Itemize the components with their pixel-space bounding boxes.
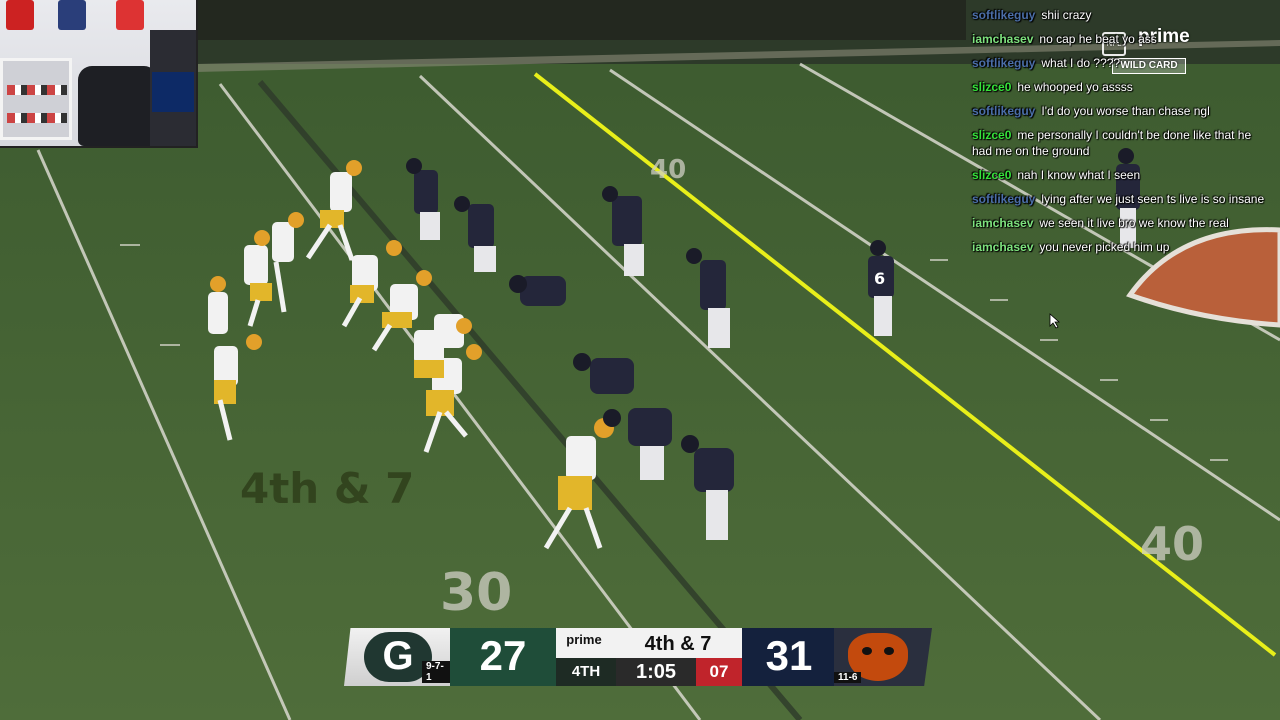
chat-message: slizce0 me personally I couldn't be done … [968, 126, 1278, 160]
chat-text: what I do ???? [1041, 56, 1121, 70]
chat-message: softlikeguy shii crazy [968, 6, 1278, 24]
webcam-overlay [0, 0, 198, 148]
game-clock: 1:05 [616, 658, 696, 686]
prime-small-logo: prime [566, 632, 602, 647]
chat-username: slizce0 [972, 128, 1012, 142]
chat-message: softlikeguy I'd do you worse than chase n… [968, 102, 1278, 120]
chat-message: iamchasev we seen it live bro we know the… [968, 214, 1278, 232]
home-score: 27 [479, 632, 527, 679]
down-and-distance: 4th & 7 [616, 630, 740, 658]
chat-message: slizce0 he whooped yo assss [968, 78, 1278, 96]
play-clock: 07 [696, 658, 742, 686]
gaming-chair [78, 66, 158, 146]
wall-jersey [6, 0, 34, 30]
wall-jersey [58, 0, 86, 30]
chat-text: shii crazy [1041, 8, 1092, 22]
shoe-shelf [0, 58, 72, 140]
chat-text: he whooped yo assss [1017, 80, 1133, 94]
chat-overlay: softlikeguy shii crazy iamchasev no cap he … [968, 6, 1278, 262]
chat-text: we seen it live bro we know the real [1039, 216, 1229, 230]
field-sponsor-text: 4th & 7 [240, 464, 414, 513]
yard-number-30: 30 [440, 563, 512, 623]
yard-number-40b: 40 [1140, 517, 1204, 571]
chat-text: no cap he beat yo ass [1039, 32, 1157, 46]
chat-username: slizce0 [972, 168, 1012, 182]
away-score-panel: 31 [742, 628, 836, 686]
packers-logo-panel: 9-7-1 [344, 628, 452, 686]
player-number-6: 6 [874, 269, 885, 288]
chat-message: iamchasev you never picked him up [968, 238, 1278, 256]
away-record: 11-6 [834, 672, 862, 683]
chat-text: you never picked him up [1039, 240, 1170, 254]
chat-message: softlikeguy lying after we just seen ts l… [968, 190, 1278, 208]
chat-username: softlikeguy [972, 56, 1036, 70]
chat-message: iamchasev no cap he beat yo ass [968, 30, 1278, 48]
chat-message: softlikeguy what I do ???? [968, 54, 1278, 72]
chat-username: softlikeguy [972, 192, 1036, 206]
video-player[interactable]: 30 40 40 4th & 7 6 NFL prime WILD CARD s… [0, 0, 1280, 720]
home-score-panel: 27 [450, 628, 556, 686]
bears-logo-panel: 11-6 [834, 628, 932, 686]
chat-username: softlikeguy [972, 104, 1036, 118]
away-score: 31 [765, 632, 813, 679]
chat-username: iamchasev [972, 240, 1034, 254]
chat-text: lying after we just seen ts live is so i… [1041, 192, 1265, 206]
wall-jersey [116, 0, 144, 30]
monitor [152, 72, 194, 112]
chat-username: iamchasev [972, 32, 1034, 46]
chat-text: nah I know what I seen [1017, 168, 1141, 182]
chat-message: slizce0 nah I know what I seen [968, 166, 1278, 184]
game-status-panel: prime 4th & 7 4TH 1:05 07 [556, 628, 742, 686]
chat-username: softlikeguy [972, 8, 1036, 22]
chat-username: slizce0 [972, 80, 1012, 94]
chat-text: me personally I couldn't be done like th… [972, 128, 1252, 158]
quarter: 4TH [556, 658, 616, 686]
chat-text: I'd do you worse than chase ngl [1041, 104, 1210, 118]
yard-number-40: 40 [650, 155, 686, 185]
home-record: 9-7-1 [422, 661, 452, 683]
scoreboard: 9-7-1 27 prime 4th & 7 4TH 1:05 07 31 11… [344, 628, 932, 686]
chat-username: iamchasev [972, 216, 1034, 230]
